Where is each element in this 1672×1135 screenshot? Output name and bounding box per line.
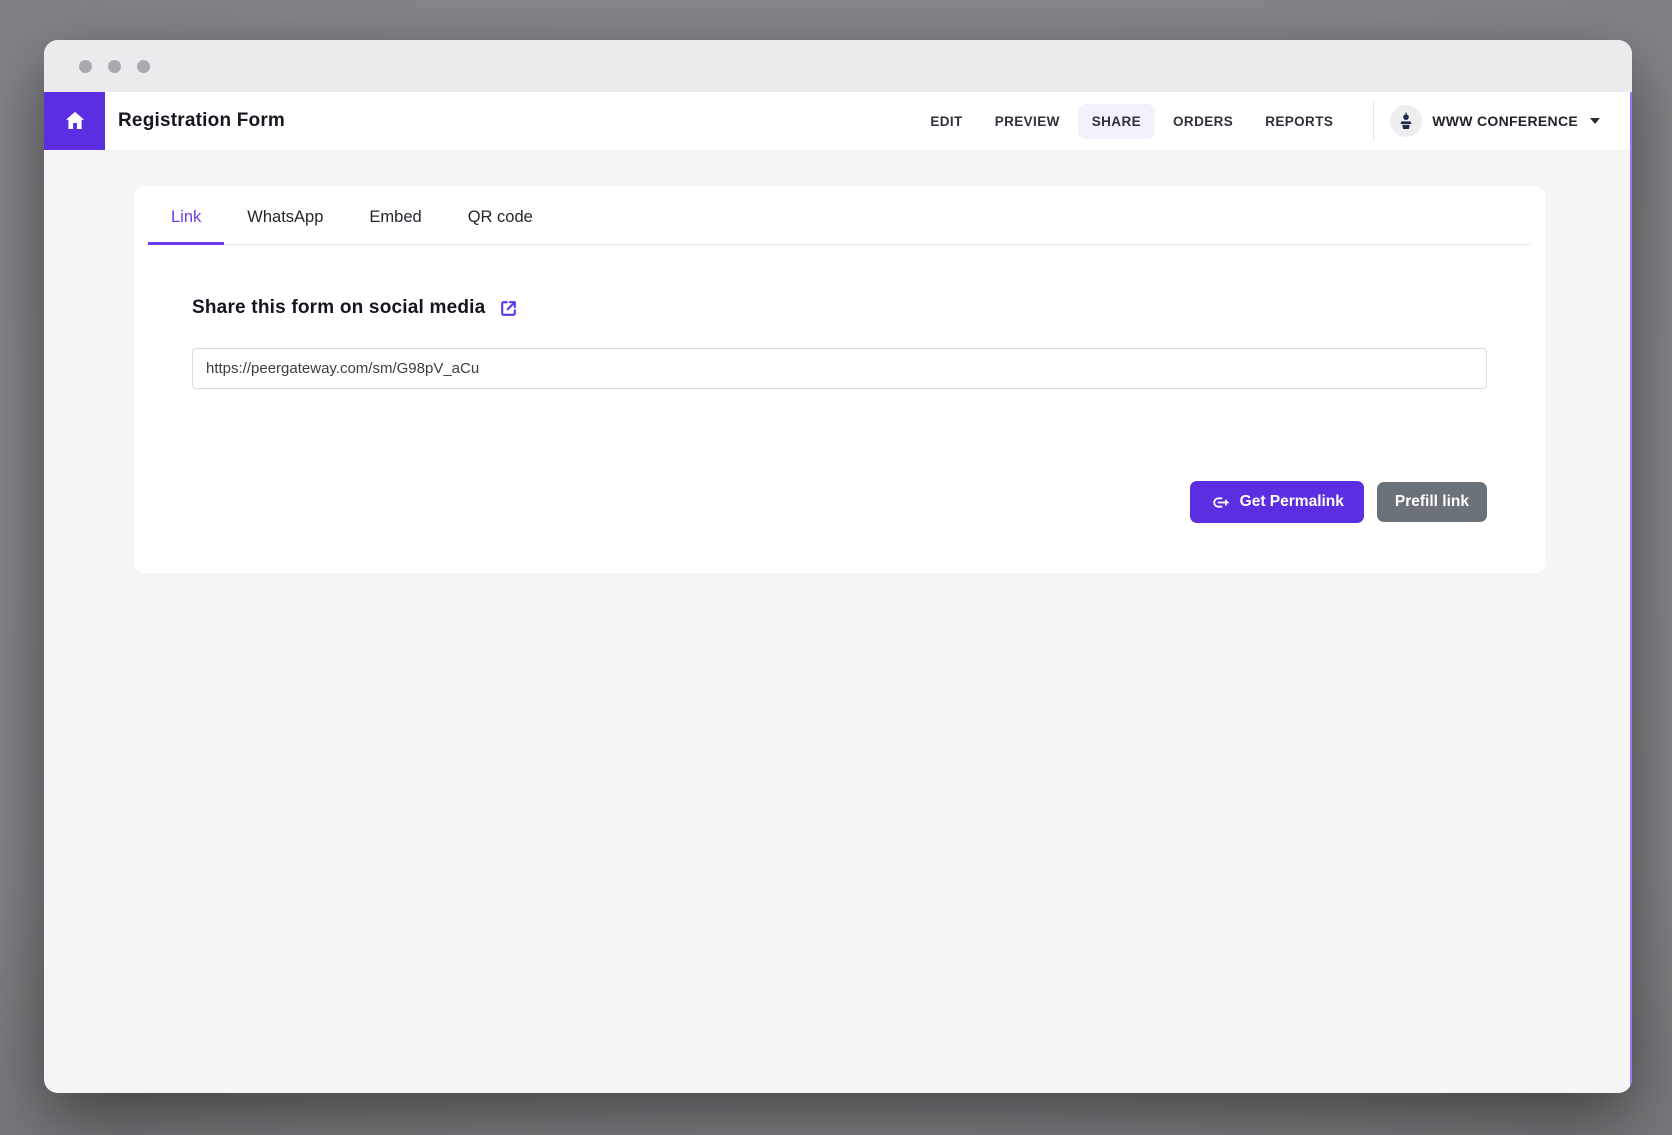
- external-link-icon[interactable]: [498, 298, 519, 319]
- share-heading-text: Share this form on social media: [192, 297, 485, 319]
- window-control-dot[interactable]: [137, 60, 150, 73]
- main-nav: EDIT PREVIEW SHARE ORDERS REPORTS: [916, 104, 1347, 139]
- prefill-link-button[interactable]: Prefill link: [1377, 482, 1487, 522]
- nav-share[interactable]: SHARE: [1078, 104, 1155, 139]
- chevron-down-icon: [1590, 118, 1600, 124]
- get-permalink-button[interactable]: Get Permalink: [1190, 481, 1364, 523]
- nav-reports[interactable]: REPORTS: [1251, 104, 1347, 139]
- window-control-dot[interactable]: [108, 60, 121, 73]
- nav-preview[interactable]: PREVIEW: [981, 104, 1074, 139]
- right-edge-accent-line: [1630, 92, 1632, 1093]
- account-menu[interactable]: WWW CONFERENCE: [1390, 105, 1632, 137]
- content-area: Link WhatsApp Embed QR code Share this f…: [44, 150, 1632, 1093]
- nav-divider: [1373, 101, 1374, 141]
- account-name: WWW CONFERENCE: [1432, 113, 1578, 129]
- tab-embed[interactable]: Embed: [346, 200, 444, 245]
- window-titlebar: [44, 40, 1632, 92]
- tab-link[interactable]: Link: [148, 200, 224, 245]
- share-heading: Share this form on social media: [192, 297, 1487, 319]
- prefill-link-label: Prefill link: [1395, 493, 1469, 511]
- share-link-input[interactable]: [192, 348, 1487, 389]
- tab-qr-code[interactable]: QR code: [445, 200, 556, 245]
- home-button[interactable]: [44, 92, 105, 150]
- app-window: Registration Form EDIT PREVIEW SHARE ORD…: [44, 40, 1632, 1093]
- page-title: Registration Form: [118, 110, 285, 132]
- nav-orders[interactable]: ORDERS: [1159, 104, 1247, 139]
- home-icon: [62, 108, 88, 134]
- window-control-dot[interactable]: [79, 60, 92, 73]
- add-link-icon: [1210, 492, 1231, 513]
- app-header: Registration Form EDIT PREVIEW SHARE ORD…: [44, 92, 1632, 150]
- nav-edit[interactable]: EDIT: [916, 104, 976, 139]
- share-tabs: Link WhatsApp Embed QR code: [148, 186, 1531, 245]
- tab-whatsapp[interactable]: WhatsApp: [224, 200, 346, 245]
- get-permalink-label: Get Permalink: [1240, 493, 1344, 511]
- share-card: Link WhatsApp Embed QR code Share this f…: [134, 186, 1545, 573]
- avatar: [1390, 105, 1422, 137]
- card-actions: Get Permalink Prefill link: [1190, 481, 1487, 523]
- conference-speaker-icon: [1396, 111, 1416, 131]
